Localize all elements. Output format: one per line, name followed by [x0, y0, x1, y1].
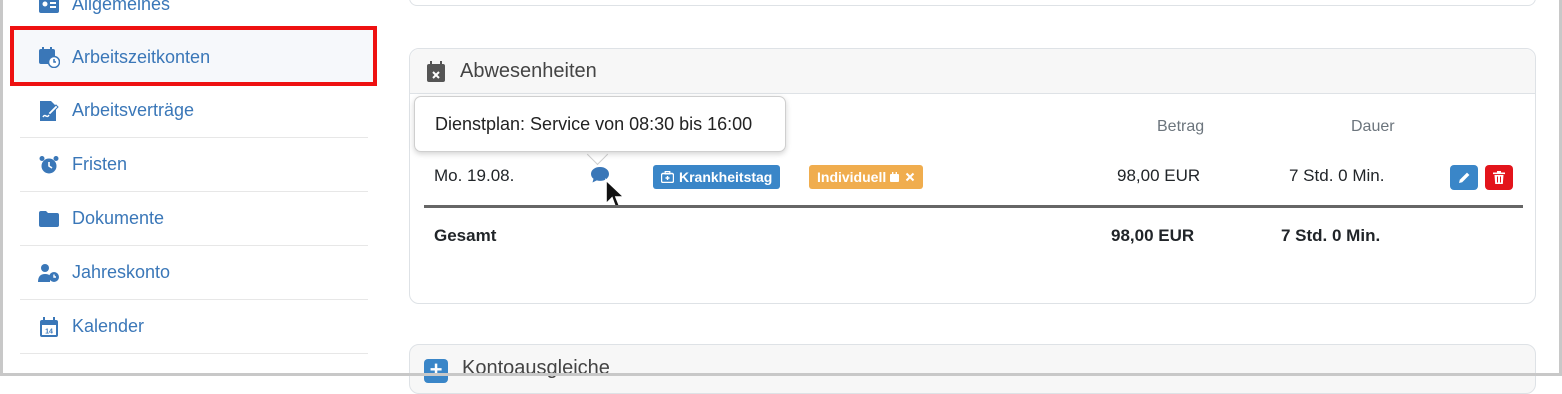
sidebar-item-arbeitszeitkonten-highlighted[interactable]: Arbeitszeitkonten: [20, 30, 368, 84]
sidebar-item-label: Fristen: [72, 154, 128, 174]
total-amount: 98,00 EUR: [1111, 226, 1195, 245]
pencil-icon: [1458, 171, 1471, 184]
absences-title: Abwesenheiten: [460, 59, 597, 82]
add-balancing-button[interactable]: +: [424, 359, 448, 383]
alarm-clock-icon: [38, 154, 60, 176]
sidebar-item-label: Jahreskonto: [72, 262, 171, 282]
balancing-title: Kontoausgleiche: [462, 357, 610, 379]
sidebar-item-label: Kalender: [72, 316, 145, 336]
remove-badge-icon[interactable]: [905, 172, 915, 182]
previous-card: [409, 0, 1536, 6]
sidebar-item-dokumente[interactable]: Dokumente: [20, 192, 368, 246]
svg-text:14: 14: [45, 328, 53, 335]
delete-button[interactable]: [1485, 165, 1513, 190]
sidebar-item-jahreskonto[interactable]: Jahreskonto: [20, 246, 368, 300]
tooltip-text: Dienstplan: Service von 08:30 bis 16:00: [435, 113, 753, 134]
calendar-small-icon: [890, 172, 900, 182]
absence-type-label: Krankheitstag: [679, 169, 773, 185]
sidebar-item-fristen[interactable]: Fristen: [20, 138, 368, 192]
absences-card-header: Abwesenheiten: [410, 49, 1535, 94]
comment-tooltip: Dienstplan: Service von 08:30 bis 16:00: [414, 96, 786, 152]
user-clock-icon: [38, 262, 60, 284]
calendar-day-icon: 14: [38, 316, 60, 338]
absence-date: Mo. 19.08.: [434, 166, 515, 185]
calendar-clock-icon: [38, 46, 60, 68]
sidebar-item-arbeitsvertraege[interactable]: Arbeitsverträge: [20, 84, 368, 138]
sidebar-item-label: Arbeitszeitkonten: [72, 46, 211, 67]
column-header-duration: Dauer: [1351, 118, 1395, 135]
absence-type-badge: Krankheitstag: [653, 165, 781, 189]
absence-amount: 98,00 EUR: [1117, 166, 1201, 185]
calendar-x-icon: [426, 61, 446, 82]
file-signature-icon: [38, 100, 60, 122]
id-card-icon: [38, 0, 60, 16]
table-divider: [424, 205, 1523, 208]
trash-icon: [1493, 171, 1505, 184]
mouse-cursor-icon: [604, 178, 627, 217]
sidebar-item-label: Arbeitsverträge: [72, 100, 195, 120]
sidebar-item-kalender[interactable]: 14 Kalender: [20, 300, 368, 354]
edit-button[interactable]: [1450, 165, 1478, 190]
balancing-card: + Kontoausgleiche: [409, 344, 1536, 394]
absence-duration: 7 Std. 0 Min.: [1289, 166, 1385, 185]
folder-icon: [38, 208, 60, 230]
absence-mode-label: Individuell: [817, 169, 887, 185]
column-header-amount: Betrag: [1157, 118, 1205, 135]
sidebar-item-label: Dokumente: [72, 208, 165, 228]
total-duration: 7 Std. 0 Min.: [1281, 226, 1381, 245]
total-label: Gesamt: [434, 226, 497, 245]
sidebar-item-label: Allgemeines: [72, 0, 171, 14]
absence-mode-badge: Individuell: [809, 165, 924, 189]
medkit-icon: [661, 171, 674, 183]
